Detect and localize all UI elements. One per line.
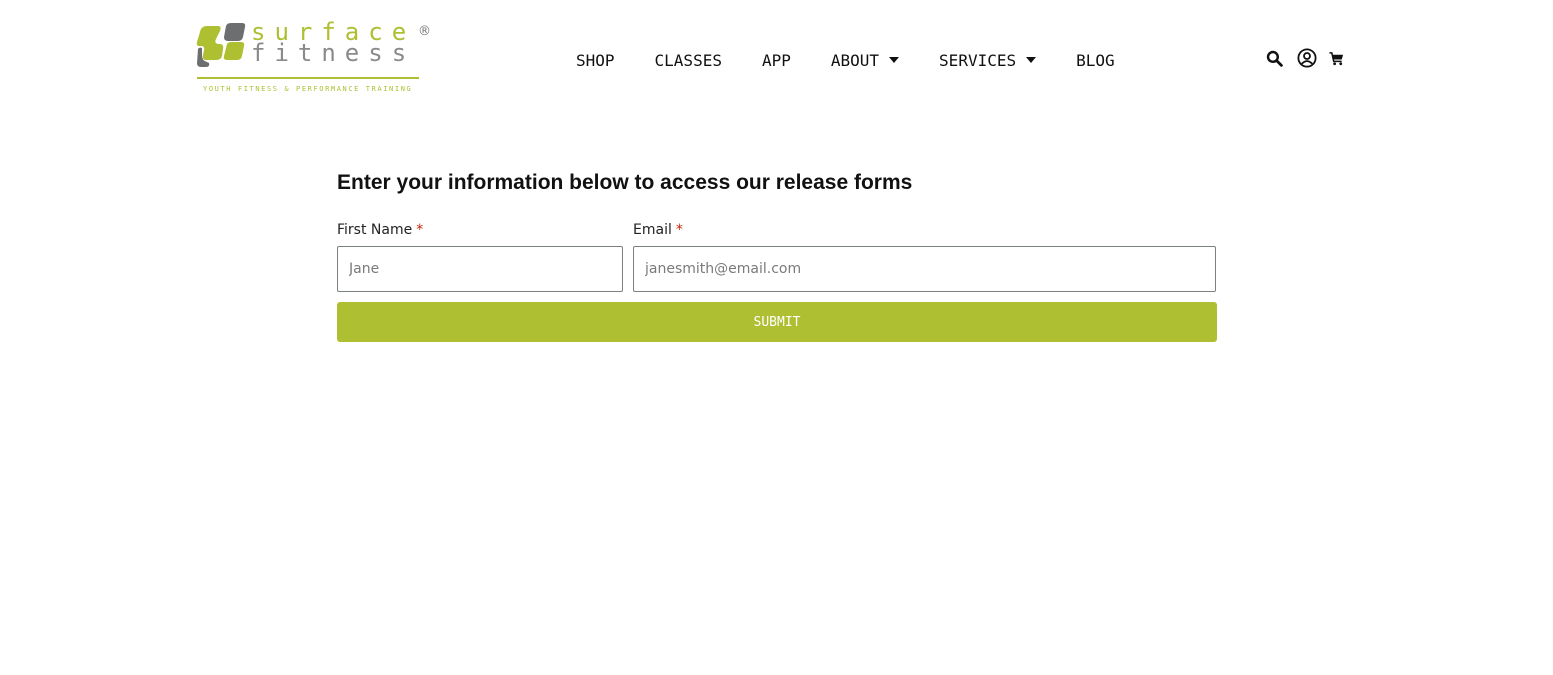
- logo-tagline: YOUTH FITNESS & PERFORMANCE TRAINING: [203, 85, 413, 93]
- account-button[interactable]: [1297, 48, 1317, 68]
- cart-button[interactable]: [1329, 51, 1344, 66]
- header-icons: [1266, 46, 1344, 70]
- search-button[interactable]: [1266, 50, 1283, 67]
- caret-down-icon: [1026, 57, 1037, 63]
- required-marker: *: [675, 222, 683, 238]
- nav-about-label: ABOUT: [830, 50, 880, 70]
- nav-app-label: APP: [761, 50, 791, 70]
- form-labels: First Name * Email *: [337, 222, 1217, 242]
- nav-shop[interactable]: SHOP: [576, 51, 615, 70]
- caret-down-icon: [889, 57, 900, 63]
- form-title: Enter your information below to access o…: [337, 171, 913, 194]
- nav-about[interactable]: ABOUT: [830, 50, 900, 70]
- nav-classes[interactable]: CLASSES: [655, 51, 722, 70]
- logo-wordmark: surface fitness: [251, 20, 416, 67]
- logo-mark-icon: [196, 23, 246, 67]
- user-circle-icon: [1297, 48, 1317, 68]
- nav-app[interactable]: APP: [762, 51, 791, 70]
- search-icon: [1266, 50, 1283, 67]
- email-label: Email *: [633, 222, 683, 238]
- nav-blog-label: BLOG: [1076, 50, 1115, 70]
- required-marker: *: [416, 222, 424, 238]
- release-form: Enter your information below to access o…: [337, 170, 1217, 342]
- nav-shop-label: SHOP: [576, 50, 615, 70]
- site-header: surface fitness ® YOUTH FITNESS & PERFOR…: [0, 0, 1553, 110]
- registered-mark: ®: [418, 24, 431, 39]
- nav-services[interactable]: SERVICES: [939, 50, 1037, 70]
- first-name-label-text: First Name: [337, 222, 413, 238]
- email-label-text: Email: [633, 222, 672, 238]
- first-name-label: First Name *: [337, 222, 423, 238]
- logo-divider: [197, 77, 419, 79]
- first-name-input[interactable]: [337, 246, 623, 292]
- main-nav: SHOP CLASSES APP ABOUT SERVICES BLOG: [576, 48, 1115, 72]
- nav-services-label: SERVICES: [939, 50, 1017, 70]
- submit-button[interactable]: SUBMIT: [337, 302, 1217, 342]
- nav-blog[interactable]: BLOG: [1076, 51, 1115, 70]
- logo-line-2: fitness: [251, 39, 416, 67]
- nav-classes-label: CLASSES: [654, 50, 722, 70]
- email-input[interactable]: [633, 246, 1216, 292]
- logo-link[interactable]: surface fitness ® YOUTH FITNESS & PERFOR…: [196, 20, 432, 98]
- cart-icon: [1329, 51, 1344, 65]
